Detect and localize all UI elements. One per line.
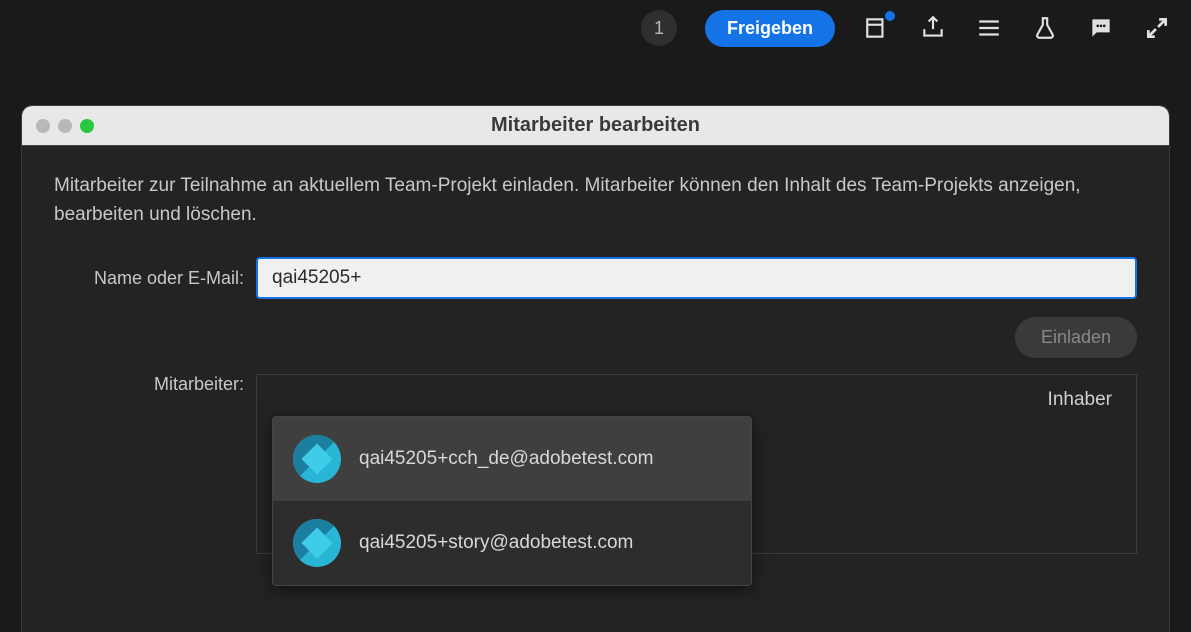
queue-icon[interactable]: [975, 14, 1003, 42]
notification-count-badge[interactable]: 1: [641, 10, 677, 46]
app-top-toolbar: 1 Freigeben: [0, 0, 1191, 56]
modal-titlebar: Mitarbeiter bearbeiten: [22, 106, 1169, 146]
collaborators-label: Mitarbeiter:: [54, 374, 244, 395]
edit-collaborators-modal: Mitarbeiter bearbeiten Mitarbeiter zur T…: [22, 106, 1169, 632]
panel-icon[interactable]: [863, 14, 891, 42]
chat-icon[interactable]: [1087, 14, 1115, 42]
notification-count-text: 1: [654, 18, 664, 39]
invite-row: Einladen: [54, 317, 1137, 358]
window-minimize-button[interactable]: [58, 119, 72, 133]
email-input[interactable]: [256, 257, 1137, 299]
fullscreen-icon[interactable]: [1143, 14, 1171, 42]
window-close-button[interactable]: [36, 119, 50, 133]
export-icon[interactable]: [919, 14, 947, 42]
collaborator-role: Inhaber: [1048, 389, 1112, 411]
share-button[interactable]: Freigeben: [705, 10, 835, 47]
email-input-row: Name oder E-Mail:: [54, 257, 1137, 299]
autocomplete-item[interactable]: qai45205+story@adobetest.com: [273, 501, 751, 585]
notification-dot-icon: [885, 11, 895, 21]
beaker-icon[interactable]: [1031, 14, 1059, 42]
modal-description: Mitarbeiter zur Teilnahme an aktuellem T…: [54, 172, 1137, 229]
invite-button[interactable]: Einladen: [1015, 317, 1137, 358]
avatar-icon: [293, 435, 341, 483]
autocomplete-email: qai45205+story@adobetest.com: [359, 532, 633, 554]
window-zoom-button[interactable]: [80, 119, 94, 133]
avatar-icon: [293, 519, 341, 567]
window-controls: [36, 119, 94, 133]
autocomplete-email: qai45205+cch_de@adobetest.com: [359, 448, 653, 470]
email-autocomplete-dropdown: qai45205+cch_de@adobetest.com qai45205+s…: [272, 416, 752, 586]
modal-title: Mitarbeiter bearbeiten: [22, 114, 1169, 137]
email-field-label: Name oder E-Mail:: [54, 268, 244, 289]
autocomplete-item[interactable]: qai45205+cch_de@adobetest.com: [273, 417, 751, 501]
